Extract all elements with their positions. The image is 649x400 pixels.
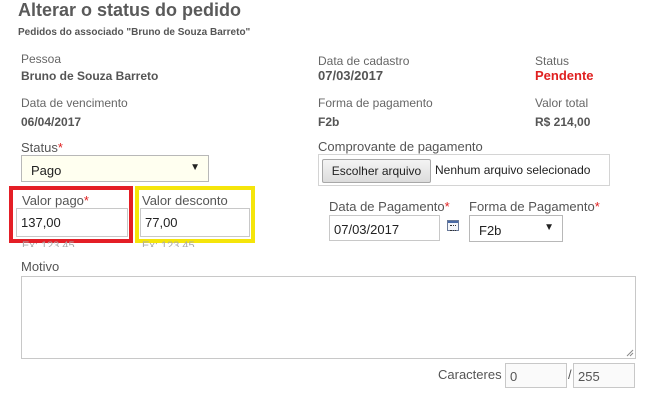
valor-pago-input[interactable]: 137,00: [16, 208, 128, 237]
chevron-down-icon: ▼: [544, 222, 554, 233]
forma-pagamento-field-label: Forma de Pagamento*: [469, 199, 600, 214]
status-value: Pendente: [535, 68, 594, 83]
forma-pagamento-info-label: Forma de pagamento: [318, 96, 433, 110]
data-pagamento-label: Data de Pagamento*: [329, 199, 450, 214]
resize-handle-icon[interactable]: [626, 349, 634, 357]
page-subtitle: Pedidos do associado "Bruno de Souza Bar…: [18, 27, 251, 38]
data-pagamento-input[interactable]: 07/03/2017: [329, 215, 440, 241]
pessoa-label: Pessoa: [21, 52, 62, 66]
caracteres-max: 255: [573, 363, 635, 388]
chevron-down-icon: ▼: [190, 162, 200, 173]
data-cadastro-label: Data de cadastro: [318, 54, 410, 68]
required-marker: *: [57, 140, 63, 155]
status-label: Status: [535, 54, 570, 68]
file-upload-field: Escolher arquivo Nenhum arquivo selecion…: [318, 154, 610, 186]
forma-pagamento-info-value: F2b: [318, 115, 340, 129]
pessoa-value: Bruno de Souza Barreto: [21, 69, 159, 83]
valor-desconto-input[interactable]: 77,00: [140, 208, 250, 237]
valor-total-value: R$ 214,00: [535, 115, 591, 129]
caracteres-count: 0: [505, 363, 567, 388]
status-select[interactable]: Pago ▼: [21, 155, 209, 182]
file-status-text: Nenhum arquivo selecionado: [435, 163, 591, 177]
comprovante-label: Comprovante de pagamento: [318, 139, 483, 154]
status-field-label: Status*: [21, 140, 63, 155]
valor-pago-label: Valor pago*: [22, 193, 89, 208]
valor-desconto-hint: Ex: 123,45: [142, 240, 195, 247]
status-select-value: Pago: [31, 163, 62, 178]
data-cadastro-value: 07/03/2017: [318, 68, 384, 83]
choose-file-button[interactable]: Escolher arquivo: [322, 159, 431, 183]
motivo-label: Motivo: [21, 259, 60, 274]
caracteres-label: Caracteres: [438, 367, 502, 382]
page-title: Alterar o status do pedido: [18, 0, 242, 20]
vencimento-label: Data de vencimento: [21, 96, 128, 110]
vencimento-value: 06/04/2017: [21, 115, 82, 129]
forma-pagamento-select-value: F2b: [479, 223, 502, 238]
valor-pago-hint: Ex: 123,45: [22, 240, 75, 247]
valor-desconto-label: Valor desconto: [142, 193, 228, 208]
valor-total-label: Valor total: [535, 96, 589, 110]
motivo-textarea[interactable]: [21, 276, 636, 359]
calendar-icon[interactable]: [447, 220, 459, 231]
forma-pagamento-select[interactable]: F2b ▼: [469, 215, 563, 242]
caracteres-separator: /: [568, 367, 572, 382]
